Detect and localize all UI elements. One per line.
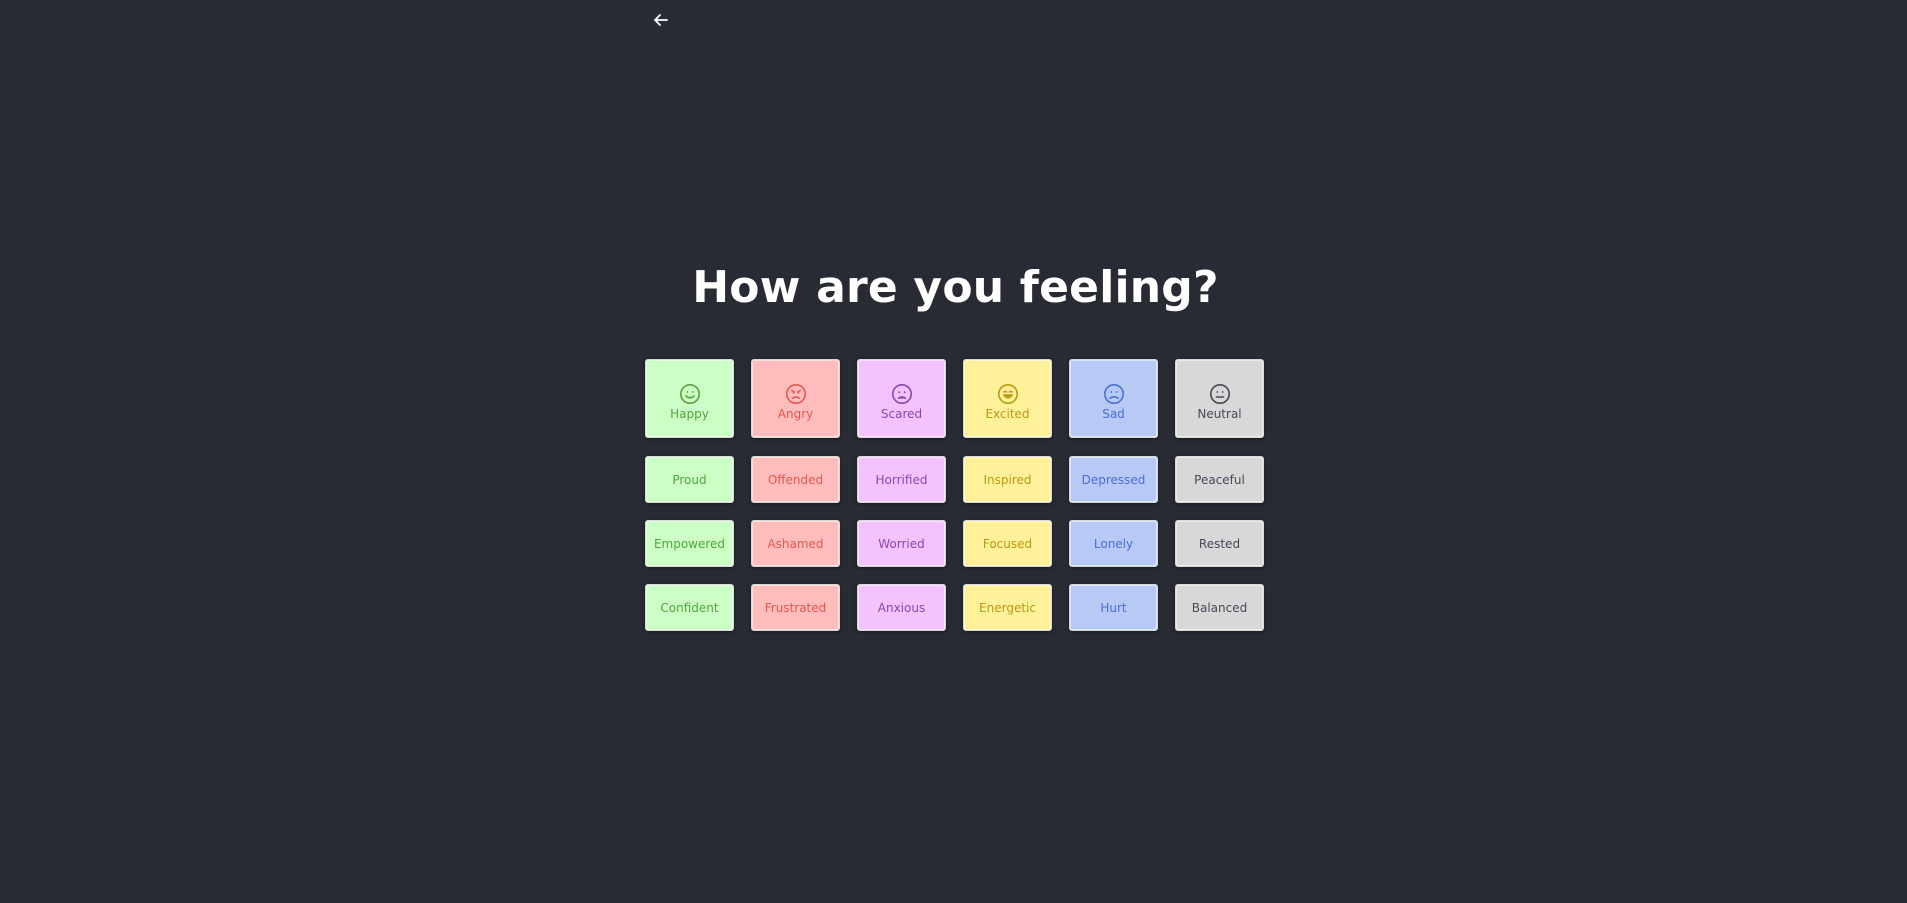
sub-emotion-button-ashamed[interactable]: Ashamed [751, 520, 840, 567]
emotion-grid: Happy Proud Empowered Confident Angry Offende… [645, 359, 1264, 631]
scared-face-icon [891, 383, 913, 405]
neutral-face-icon [1209, 383, 1231, 405]
sub-emotion-label: Lonely [1093, 536, 1134, 551]
angry-face-icon [785, 383, 807, 405]
emotion-label: Happy [670, 406, 709, 421]
sub-emotion-button-balanced[interactable]: Balanced [1175, 584, 1264, 631]
emotion-button-excited[interactable]: Excited [963, 359, 1052, 438]
back-button[interactable] [648, 8, 674, 36]
page-title: How are you feeling? [692, 262, 1219, 313]
sub-emotion-label: Energetic [979, 600, 1036, 615]
sub-emotion-label: Inspired [983, 472, 1032, 487]
sub-emotion-label: Depressed [1081, 472, 1146, 487]
sub-emotion-button-focused[interactable]: Focused [963, 520, 1052, 567]
sub-emotion-label: Confident [660, 600, 719, 615]
sub-emotion-button-confident[interactable]: Confident [645, 584, 734, 631]
sub-emotion-label: Anxious [877, 600, 926, 615]
sub-emotion-button-horrified[interactable]: Horrified [857, 456, 946, 503]
sub-emotion-label: Focused [982, 536, 1033, 551]
emotion-button-neutral[interactable]: Neutral [1175, 359, 1264, 438]
sub-emotion-button-peaceful[interactable]: Peaceful [1175, 456, 1264, 503]
sub-emotion-button-rested[interactable]: Rested [1175, 520, 1264, 567]
emotion-column-angry: Angry Offended Ashamed Frustrated [751, 359, 840, 631]
emotion-button-scared[interactable]: Scared [857, 359, 946, 438]
emotion-column-sad: Sad Depressed Lonely Hurt [1069, 359, 1158, 631]
arrow-left-icon [652, 11, 670, 33]
sub-emotion-label: Rested [1198, 536, 1241, 551]
smile-icon [679, 383, 701, 405]
emotion-label: Neutral [1197, 406, 1242, 421]
emotion-label: Sad [1102, 406, 1125, 421]
sub-emotion-label: Offended [767, 472, 824, 487]
sub-emotion-label: Worried [878, 536, 925, 551]
sub-emotion-button-offended[interactable]: Offended [751, 456, 840, 503]
sub-emotion-button-proud[interactable]: Proud [645, 456, 734, 503]
sub-emotion-label: Empowered [653, 536, 726, 551]
emotion-column-scared: Scared Horrified Worried Anxious [857, 359, 946, 631]
sub-emotion-button-depressed[interactable]: Depressed [1069, 456, 1158, 503]
emotion-button-sad[interactable]: Sad [1069, 359, 1158, 438]
sub-emotion-button-worried[interactable]: Worried [857, 520, 946, 567]
emotion-button-angry[interactable]: Angry [751, 359, 840, 438]
grin-face-icon [997, 383, 1019, 405]
frown-face-icon [1103, 383, 1125, 405]
sub-emotion-button-inspired[interactable]: Inspired [963, 456, 1052, 503]
sub-emotion-label: Frustrated [764, 600, 827, 615]
sub-emotion-label: Horrified [875, 472, 928, 487]
sub-emotion-button-energetic[interactable]: Energetic [963, 584, 1052, 631]
sub-emotion-label: Proud [672, 472, 707, 487]
sub-emotion-label: Balanced [1191, 600, 1248, 615]
emotion-label: Excited [985, 406, 1030, 421]
emotion-label: Angry [777, 406, 814, 421]
emotion-column-happy: Happy Proud Empowered Confident [645, 359, 734, 631]
emotion-column-neutral: Neutral Peaceful Rested Balanced [1175, 359, 1264, 631]
sub-emotion-label: Ashamed [767, 536, 824, 551]
sub-emotion-button-anxious[interactable]: Anxious [857, 584, 946, 631]
sub-emotion-button-hurt[interactable]: Hurt [1069, 584, 1158, 631]
sub-emotion-button-lonely[interactable]: Lonely [1069, 520, 1158, 567]
sub-emotion-label: Peaceful [1194, 472, 1245, 487]
emotion-column-excited: Excited Inspired Focused Energetic [963, 359, 1052, 631]
emotion-label: Scared [880, 406, 923, 421]
emotion-button-happy[interactable]: Happy [645, 359, 734, 438]
sub-emotion-button-empowered[interactable]: Empowered [645, 520, 734, 567]
sub-emotion-label: Hurt [1100, 600, 1127, 615]
sub-emotion-button-frustrated[interactable]: Frustrated [751, 584, 840, 631]
